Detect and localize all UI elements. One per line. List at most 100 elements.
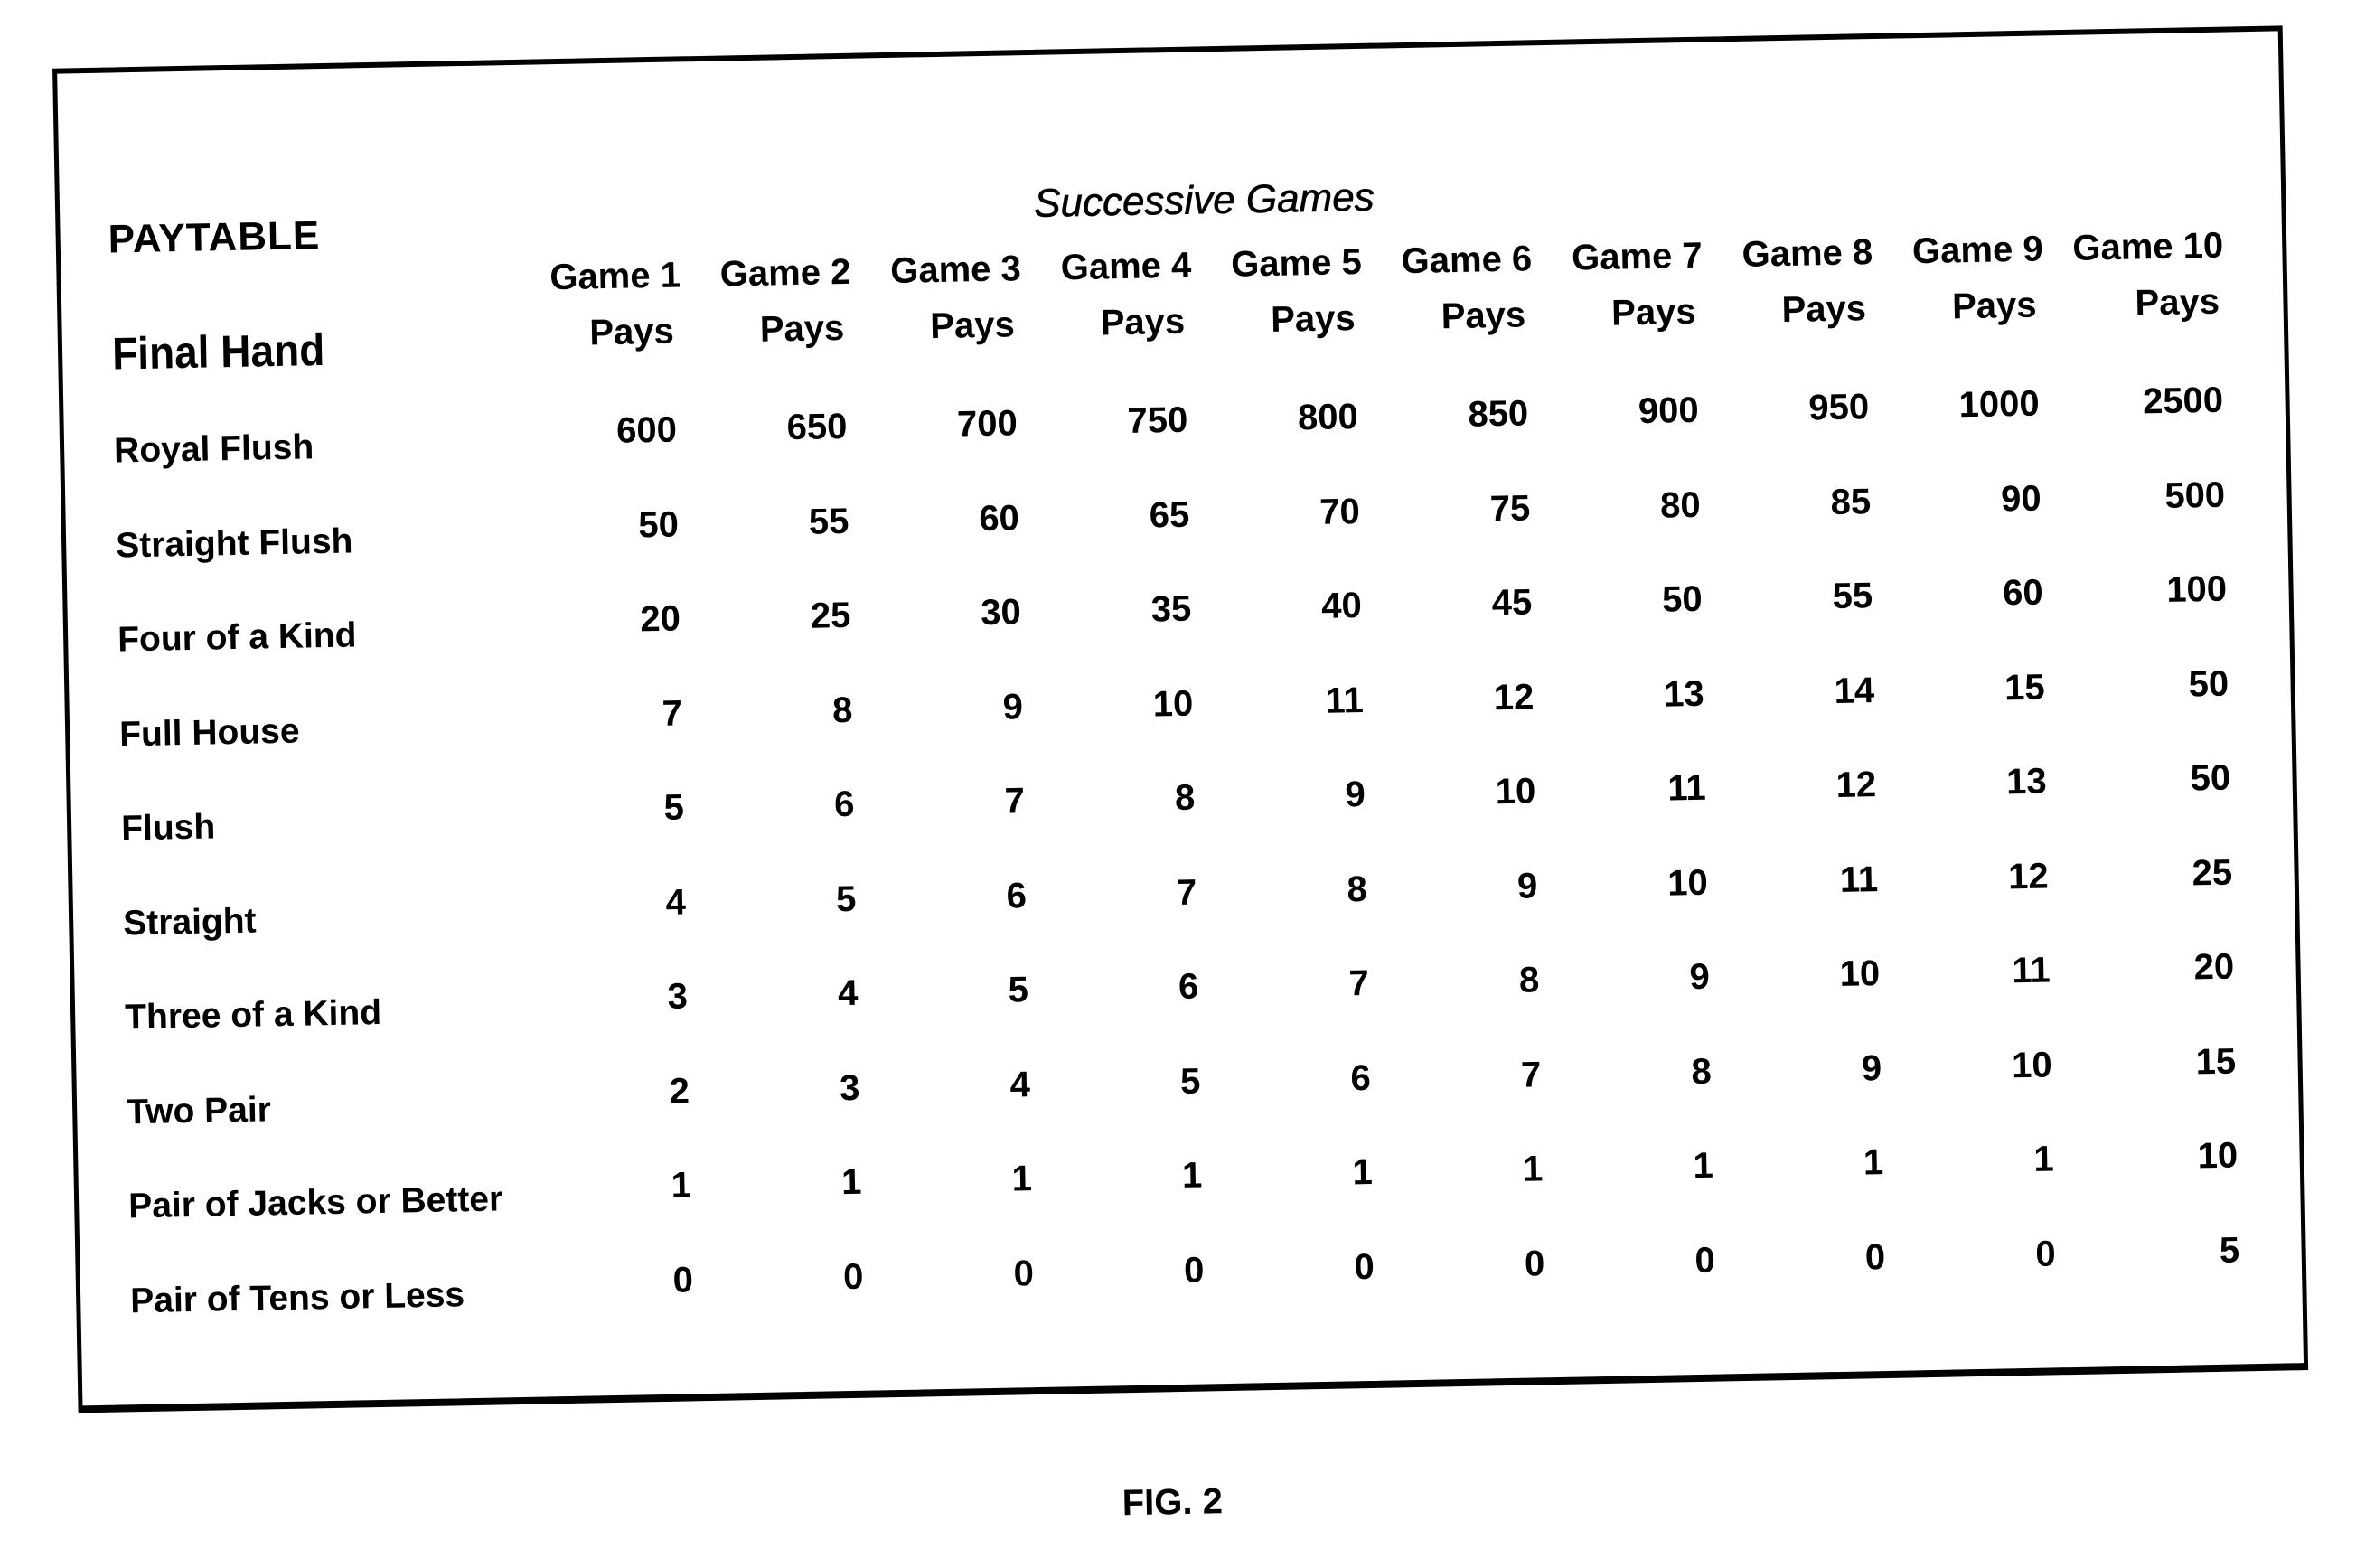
final-hand-header: Final Hand (111, 324, 325, 380)
column-header: Game 9 Pays (1887, 229, 2070, 329)
pay-cell: 60 (2002, 572, 2044, 614)
pay-cell: 50 (1661, 578, 1704, 620)
pays-label: Pays (588, 311, 675, 353)
game-label: Game 1 (549, 255, 681, 298)
pay-cell: 6 (833, 784, 855, 825)
pay-cell: 65 (1149, 494, 1190, 535)
pay-cell: 8 (1518, 960, 1540, 1000)
pay-cell: 1 (1693, 1145, 1714, 1187)
pay-cell: 7 (1004, 781, 1026, 822)
hand-label: Two Pair (126, 1089, 272, 1131)
table-row: Straight Flush 50 55 60 65 70 75 80 85 90 500 (0, 0, 2342, 565)
pay-cell: 10 (1152, 683, 1194, 724)
pay-cell: 10 (1495, 771, 1536, 812)
figure-caption: FIG. 2 (1122, 1481, 1224, 1524)
pay-cell: 6 (1006, 875, 1028, 916)
hand-label: Pair of Jacks or Better (127, 1179, 503, 1226)
paytable-title: PAYTABLE (108, 213, 321, 262)
pay-cell: 0 (1354, 1246, 1375, 1287)
pay-cell: 0 (1864, 1236, 1886, 1277)
pay-cell: 0 (1013, 1253, 1035, 1294)
pay-cell: 13 (2005, 761, 2048, 803)
column-header: Game 5 Pays (1206, 241, 1388, 342)
pay-cell: 800 (1297, 397, 1359, 438)
paytable-body: Royal Flush 600 650 700 750 800 850 900 950 1000 2… (0, 0, 2342, 1320)
pay-cell: 11 (2011, 950, 2051, 991)
pay-cell: 2500 (2142, 380, 2224, 422)
pay-cell: 9 (1345, 774, 1366, 815)
pay-cell: 40 (1320, 586, 1363, 626)
hand-label: Flush (120, 807, 216, 849)
hand-label: Straight (122, 901, 257, 943)
table-row: Four of a Kind 20 25 30 35 40 45 50 55 60 100 (0, 0, 2342, 660)
table-row: Pair of Tens or Less 0 0 0 0 0 0 0 0 0 5 (0, 0, 2342, 1320)
column-header: Game 6 Pays (1376, 239, 1559, 339)
pay-cell: 1 (1011, 1159, 1033, 1199)
pay-cell: 55 (808, 501, 849, 542)
pay-cell: 25 (810, 595, 851, 636)
game-label: Game 3 (889, 249, 1022, 291)
patent-figure: PAYTABLE Successive Games Final Hand Gam… (0, 0, 2356, 1568)
pay-cell: 600 (615, 409, 678, 451)
pay-cell: 5 (2219, 1229, 2240, 1271)
pay-cell: 11 (1666, 767, 1707, 809)
pays-label: Pays (929, 305, 1016, 347)
pay-cell: 0 (2034, 1233, 2057, 1274)
pay-cell: 0 (1524, 1243, 1545, 1284)
column-header: Game 10 Pays (2057, 225, 2239, 325)
successive-games-header: Successive Games (1033, 174, 1375, 226)
table-row: Straight 4 5 6 7 8 9 10 11 12 25 (0, 0, 2342, 943)
pay-cell: 900 (1638, 390, 1700, 432)
pay-cell: 50 (637, 504, 680, 545)
pay-cell: 10 (2197, 1135, 2239, 1177)
pay-cell: 15 (2195, 1041, 2237, 1082)
pay-cell: 9 (1002, 686, 1024, 728)
pay-cell: 8 (831, 690, 853, 730)
pay-cell: 13 (1663, 673, 1705, 715)
pays-label: Pays (1100, 301, 1186, 343)
pay-cell: 6 (1178, 966, 1199, 1007)
pay-cell: 11 (1839, 859, 1879, 900)
pay-cell: 12 (2007, 855, 2050, 897)
pay-cell: 8 (1691, 1051, 1713, 1092)
column-header: Game 7 Pays (1546, 235, 1729, 335)
pay-cell: 1 (2032, 1139, 2055, 1179)
column-header: Game 1 Pays (524, 255, 707, 355)
table-row: Three of a Kind 3 4 5 6 7 8 9 10 11 20 (0, 0, 2342, 1038)
pay-cell: 0 (1694, 1240, 1716, 1281)
hand-label: Straight Flush (115, 521, 353, 565)
hand-label: Three of a Kind (124, 992, 382, 1038)
pay-cell: 12 (1835, 765, 1877, 805)
pay-cell: 7 (1176, 872, 1197, 913)
pays-label: Pays (759, 307, 845, 350)
pay-cell: 12 (1493, 676, 1535, 718)
pay-cell: 1 (1522, 1149, 1544, 1189)
pay-cell: 6 (1350, 1057, 1372, 1098)
pays-label: Pays (2135, 281, 2220, 324)
pay-cell: 3 (667, 976, 689, 1017)
pay-cell: 75 (1489, 487, 1531, 529)
pay-cell: 14 (1834, 670, 1875, 711)
pay-cell: 1 (1863, 1142, 1884, 1183)
pay-cell: 7 (1348, 962, 1370, 1004)
pay-cell: 5 (1179, 1061, 1201, 1102)
pay-cell: 950 (1807, 387, 1870, 428)
pay-cell: 20 (639, 598, 681, 640)
pay-cell: 5 (663, 787, 685, 828)
pay-cell: 0 (842, 1256, 864, 1297)
pay-cell: 60 (978, 497, 1020, 539)
pays-label: Pays (1781, 288, 1867, 331)
pay-cell: 9 (1861, 1047, 1882, 1088)
pay-cell: 3 (839, 1067, 860, 1108)
pay-cell: 55 (1832, 576, 1873, 617)
pay-cell: 30 (980, 592, 1022, 634)
pay-cell: 85 (1830, 481, 1872, 522)
table-row: Flush 5 6 7 8 9 10 11 12 13 50 (0, 0, 2342, 849)
pay-cell: 15 (2004, 667, 2046, 708)
pay-cell: 9 (1516, 865, 1538, 906)
column-header: Game 2 Pays (695, 251, 878, 352)
pay-cell: 1 (671, 1165, 692, 1206)
game-label: Game 10 (2071, 225, 2224, 268)
pay-cell: 1 (1352, 1151, 1374, 1193)
pay-cell: 650 (786, 406, 848, 448)
